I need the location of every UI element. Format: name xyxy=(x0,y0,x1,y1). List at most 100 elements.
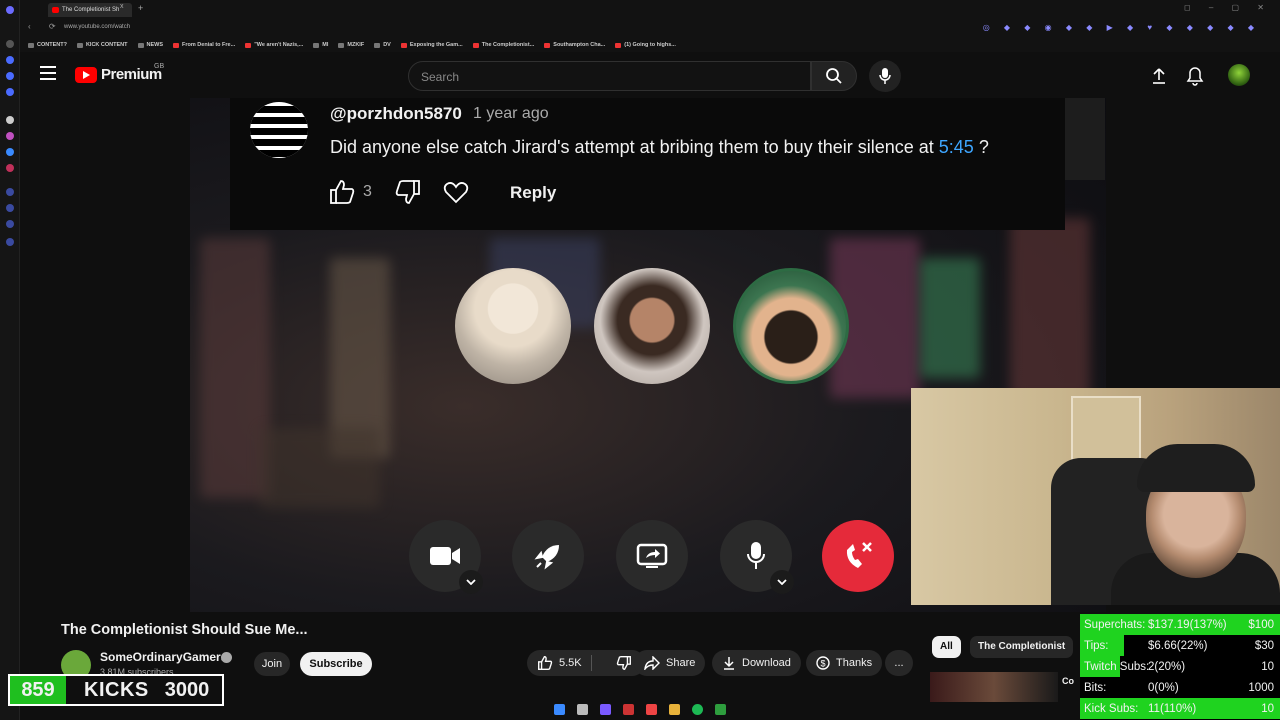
share-button[interactable]: Share xyxy=(634,650,706,676)
microphone-options-button[interactable] xyxy=(770,570,794,594)
thumbs-up-icon[interactable] xyxy=(537,655,553,671)
subscribe-button[interactable]: Subscribe xyxy=(300,652,372,676)
hang-up-icon xyxy=(846,542,872,568)
join-button[interactable]: Join xyxy=(254,652,290,676)
tab-bar xyxy=(20,0,1280,20)
comment-card-edge xyxy=(1065,98,1105,180)
os-sidebar xyxy=(0,0,20,720)
youtube-play-icon xyxy=(75,66,97,83)
commenter-avatar xyxy=(250,102,308,158)
video-camera-icon xyxy=(430,547,460,565)
thumbs-down-icon[interactable] xyxy=(394,178,422,206)
video-title: The Completionist Should Sue Me... xyxy=(61,622,308,638)
chip-the-completionist[interactable]: The Completionist xyxy=(970,636,1074,658)
activity-button[interactable] xyxy=(512,520,584,592)
thumbs-down-icon[interactable] xyxy=(616,655,632,671)
folder-icon[interactable] xyxy=(669,703,680,715)
goal-row: Tips: $6.66(22%) $30 xyxy=(1080,635,1280,656)
search-icon xyxy=(826,68,842,84)
bookmark-item[interactable]: NEWS xyxy=(137,42,163,48)
sidebar-app-icon[interactable] xyxy=(6,116,14,124)
kicks-label: KICKS xyxy=(84,678,149,701)
sidebar-app-icon[interactable] xyxy=(6,40,14,48)
microphone-icon xyxy=(879,68,891,84)
tab-close-icon[interactable]: x xyxy=(120,3,124,10)
goal-row: Superchats: $137.19(137%) $100 xyxy=(1080,614,1280,635)
heart-icon[interactable] xyxy=(442,178,470,206)
bookmark-item[interactable]: MZKIF xyxy=(338,42,364,48)
browser-logo-icon[interactable] xyxy=(6,6,14,14)
camera-options-button[interactable] xyxy=(459,570,483,594)
logo-text: Premium xyxy=(101,66,162,83)
reply-button[interactable]: Reply xyxy=(510,183,556,203)
related-video-title[interactable]: Co xyxy=(1062,676,1074,686)
new-tab-button[interactable]: + xyxy=(138,3,143,13)
voice-search-button[interactable] xyxy=(869,60,901,92)
url-field[interactable]: www.youtube.com/watch xyxy=(64,24,130,30)
bookmark-item[interactable]: KICK CONTENT xyxy=(76,42,128,48)
youtube-favicon-icon xyxy=(52,7,59,13)
donation-goals-panel: Superchats: $137.19(137%) $100 Tips: $6.66(… xyxy=(1080,614,1280,720)
super-thanks-icon: $ xyxy=(816,656,830,670)
sidebar-app-icon[interactable] xyxy=(6,220,14,228)
bookmark-item[interactable]: The Completionist... xyxy=(472,42,534,48)
tab-title: The Completionist Sh xyxy=(62,7,120,13)
thumbs-up-icon[interactable] xyxy=(328,178,356,206)
spotify-icon[interactable] xyxy=(692,703,703,715)
bookmark-item[interactable]: From Denial to Fre... xyxy=(173,42,235,48)
region-code: GB xyxy=(154,63,165,70)
account-avatar[interactable] xyxy=(1228,64,1250,86)
sidebar-app-icon[interactable] xyxy=(6,238,14,246)
screen-share-button[interactable] xyxy=(616,520,688,592)
bookmark-item[interactable]: "We aren't Nazis,... xyxy=(245,42,303,48)
bookmark-item[interactable]: Southampton Cha... xyxy=(544,42,605,48)
sidebar-app-icon[interactable] xyxy=(6,164,14,172)
download-button[interactable]: Download xyxy=(712,650,801,676)
sidebar-app-icon[interactable] xyxy=(6,204,14,212)
upload-icon[interactable] xyxy=(1150,67,1168,85)
sidebar-app-icon[interactable] xyxy=(6,72,14,80)
sidebar-app-icon[interactable] xyxy=(6,148,14,156)
kicks-count: 859 xyxy=(10,676,66,704)
windows-start-icon[interactable] xyxy=(554,703,565,715)
sidebar-app-icon[interactable] xyxy=(6,188,14,196)
comment-like-count: 3 xyxy=(363,183,372,200)
bookmark-item[interactable]: MI xyxy=(313,42,328,48)
timestamp-link[interactable]: 5:45 xyxy=(939,137,974,157)
search-input[interactable]: Search xyxy=(408,61,811,91)
screen-share-icon xyxy=(636,543,668,568)
sidebar-app-icon[interactable] xyxy=(6,88,14,96)
sidebar-app-icon[interactable] xyxy=(6,132,14,140)
chip-all[interactable]: All xyxy=(932,636,961,658)
extension-icons[interactable]: ◎ ◆ ◆ ◉ ◆ ◆ ▶ ◆ ♥ ◆ ◆ ◆ ◆ ◆ xyxy=(983,23,1260,32)
chevron-down-icon xyxy=(466,579,476,585)
bookmark-item[interactable]: (1) Going to highs... xyxy=(615,42,676,48)
window-controls[interactable]: ◻ – ▢ ✕ xyxy=(1184,3,1272,12)
search-button[interactable] xyxy=(811,61,857,91)
like-count[interactable]: 5.5K xyxy=(559,657,582,669)
notifications-bell-icon[interactable] xyxy=(1186,66,1204,86)
related-video-thumbnail[interactable] xyxy=(930,672,1058,702)
hamburger-menu-icon[interactable] xyxy=(40,66,56,80)
bookmark-item[interactable]: DV xyxy=(374,42,391,48)
bookmark-item[interactable]: CONTENT? xyxy=(28,42,67,48)
like-dislike-group: 5.5K xyxy=(527,650,645,676)
nav-buttons[interactable]: ‹ ⟳ xyxy=(28,22,64,31)
like-divider xyxy=(591,655,592,671)
app-icon[interactable] xyxy=(623,703,634,715)
microphone-icon xyxy=(747,542,765,569)
goal-row: Kick Subs: 11(110%) 10 xyxy=(1080,698,1280,719)
bookmark-item[interactable]: Exposing the Gam... xyxy=(400,42,463,48)
channel-name[interactable]: SomeOrdinaryGamers xyxy=(100,650,227,664)
search-icon[interactable] xyxy=(577,703,588,715)
sidebar-app-icon[interactable] xyxy=(6,56,14,64)
discord-icon[interactable] xyxy=(600,703,611,715)
svg-text:$: $ xyxy=(820,659,825,669)
more-actions-button[interactable]: ... xyxy=(885,650,913,676)
leave-call-button[interactable] xyxy=(822,520,894,592)
bookmarks-bar: CONTENT? KICK CONTENT NEWS From Denial t… xyxy=(20,38,1280,52)
xbox-icon[interactable] xyxy=(715,703,726,715)
thanks-button[interactable]: $ Thanks xyxy=(806,650,883,676)
youtube-logo[interactable]: Premium xyxy=(75,66,162,83)
opera-icon[interactable] xyxy=(646,703,657,715)
